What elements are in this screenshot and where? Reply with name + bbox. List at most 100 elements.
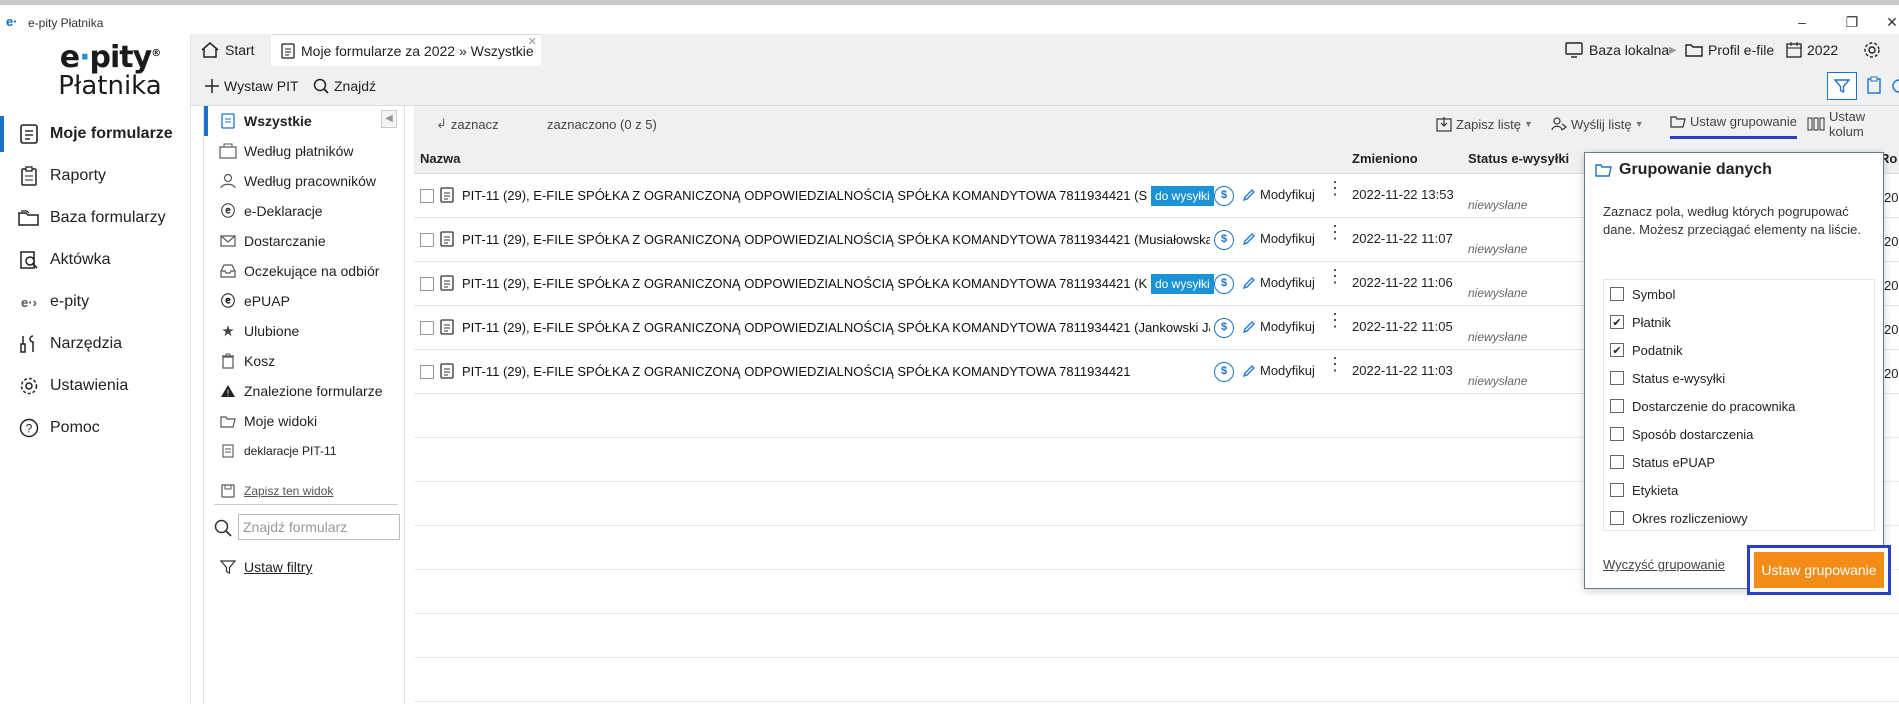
epuap-icon: ⓔ — [221, 293, 235, 309]
checkbox-checked[interactable]: ✔ — [1610, 343, 1624, 357]
row-checkbox[interactable] — [420, 233, 434, 247]
dropdown-arrow-icon: ▼ — [1634, 119, 1644, 129]
column-header-changed[interactable]: Zmieniono — [1352, 142, 1418, 174]
set-filters-link[interactable]: Ustaw filtry — [204, 552, 404, 582]
close-window-button[interactable]: ✕ — [1872, 11, 1899, 33]
tab-start[interactable]: Start — [201, 34, 255, 66]
column-header-status[interactable]: Status e-wysyłki — [1468, 142, 1569, 174]
clipboard-toggle-icon[interactable] — [1867, 76, 1881, 97]
view-item-wedlug-platnikow[interactable]: Według płatników — [204, 136, 404, 166]
restore-button[interactable]: ❐ — [1832, 11, 1872, 33]
columns-icon — [1807, 117, 1825, 131]
set-columns-button[interactable]: Ustaw kolum — [1807, 106, 1899, 142]
clear-grouping-link[interactable]: Wyczyść grupowanie — [1603, 557, 1725, 572]
save-list-button[interactable]: Zapisz listę ▼ — [1436, 106, 1533, 142]
payment-icon[interactable]: $ — [1214, 318, 1234, 338]
row-checkbox[interactable] — [420, 365, 434, 379]
modify-label: Modyfikuj — [1260, 363, 1315, 378]
set-grouping-button[interactable]: Ustaw grupowanie — [1670, 106, 1797, 139]
row-checkbox[interactable] — [420, 189, 434, 203]
tab-moje-formularze[interactable]: Moje formularze za 2022 » Wszystkie ✕ — [271, 34, 541, 66]
modify-button[interactable]: Modyfikuj — [1242, 231, 1315, 246]
checkbox[interactable] — [1610, 399, 1624, 413]
checkbox[interactable] — [1610, 287, 1624, 301]
grouping-field-sposob-dostarczenia[interactable]: Sposób dostarczenia — [1604, 420, 1874, 448]
view-item-wszystkie[interactable]: Wszystkie — [204, 106, 404, 136]
view-item-wedlug-pracownikow[interactable]: Według pracowników — [204, 166, 404, 196]
period-value: 20 — [1884, 322, 1899, 337]
nav-item-narzedzia[interactable]: Narzędzia — [0, 326, 190, 362]
nav-item-pomoc[interactable]: ? Pomoc — [0, 410, 190, 446]
payment-icon[interactable]: $ — [1214, 230, 1234, 250]
more-options-icon[interactable]: ⋮ — [1326, 311, 1344, 329]
save-view-link[interactable]: Zapisz ten widok — [204, 476, 404, 506]
view-item-kosz[interactable]: Kosz — [204, 346, 404, 376]
view-item-znalezione[interactable]: ! Znalezione formularze — [204, 376, 404, 406]
more-options-icon[interactable]: ⋮ — [1326, 267, 1344, 285]
apply-grouping-button[interactable]: Ustaw grupowanie — [1754, 552, 1884, 588]
payment-icon[interactable]: $ — [1214, 362, 1234, 382]
field-label: Dostarczenie do pracownika — [1632, 398, 1796, 414]
nav-item-aktowka[interactable]: Aktówka — [0, 242, 190, 278]
grouping-field-dostarczenie[interactable]: Dostarczenie do pracownika — [1604, 392, 1874, 420]
checkbox[interactable] — [1610, 455, 1624, 469]
more-options-icon[interactable]: ⋮ — [1326, 223, 1344, 241]
grouping-fields-list: Symbol ✔ Płatnik ✔ Podatnik Status e-wysył… — [1603, 279, 1875, 531]
grouping-field-etykieta[interactable]: Etykieta — [1604, 476, 1874, 504]
filter-toggle-button[interactable] — [1827, 72, 1857, 100]
find-button[interactable]: Znajdź — [313, 66, 376, 106]
nav-item-e-pity[interactable]: e·› e-pity — [0, 284, 190, 320]
selected-count: zaznaczono (0 z 5) — [547, 116, 657, 132]
view-label: Wszystkie — [244, 113, 312, 129]
column-header-name[interactable]: Nazwa — [420, 142, 460, 174]
search-toggle-icon[interactable] — [1891, 78, 1899, 97]
payment-icon[interactable]: $ — [1214, 274, 1234, 294]
row-checkbox[interactable] — [420, 277, 434, 291]
profile-button[interactable]: Profil e-file — [1685, 34, 1774, 66]
close-tab-icon[interactable]: ✕ — [528, 35, 537, 48]
search-icon — [214, 519, 232, 540]
local-db-button[interactable]: Baza lokalna — [1565, 34, 1669, 66]
payment-icon[interactable]: $ — [1214, 186, 1234, 206]
grouping-field-status-epuap[interactable]: Status ePUAP — [1604, 448, 1874, 476]
brand-logo: e·pity® Płatnika — [50, 40, 170, 101]
modify-button[interactable]: Modyfikuj — [1242, 319, 1315, 334]
view-item-e-deklaracje[interactable]: ⓔ e-Deklaracje — [204, 196, 404, 226]
view-item-moje-widoki[interactable]: Moje widoki — [204, 406, 404, 436]
nav-item-raporty[interactable]: Raporty — [0, 158, 190, 194]
view-item-dostarczanie[interactable]: Dostarczanie — [204, 226, 404, 256]
modify-button[interactable]: Modyfikuj — [1242, 187, 1315, 202]
grouping-field-okres[interactable]: Okres rozliczeniowy — [1604, 504, 1874, 532]
send-list-button[interactable]: Wyślij listę ▼ — [1551, 106, 1643, 142]
checkbox[interactable] — [1610, 511, 1624, 525]
nav-item-moje-formularze[interactable]: Moje formularze — [0, 116, 190, 152]
view-item-oczekujace[interactable]: Oczekujące na odbiór — [204, 256, 404, 286]
checkbox[interactable] — [1610, 371, 1624, 385]
nav-item-ustawienia[interactable]: Ustawienia — [0, 368, 190, 404]
modify-button[interactable]: Modyfikuj — [1242, 363, 1315, 378]
checkbox[interactable] — [1610, 483, 1624, 497]
view-item-ulubione[interactable]: ★ Ulubione — [204, 316, 404, 346]
checkbox[interactable] — [1610, 427, 1624, 441]
checkbox-checked[interactable]: ✔ — [1610, 315, 1624, 329]
apply-grouping-button-highlight: Ustaw grupowanie — [1747, 545, 1891, 595]
grouping-field-symbol[interactable]: Symbol — [1604, 280, 1874, 308]
folder-icon — [218, 415, 238, 428]
more-options-icon[interactable]: ⋮ — [1326, 355, 1344, 373]
grouping-field-status-e-wysylki[interactable]: Status e-wysyłki — [1604, 364, 1874, 392]
more-options-icon[interactable]: ⋮ — [1326, 179, 1344, 197]
row-checkbox[interactable] — [420, 321, 434, 335]
minimize-button[interactable]: – — [1782, 11, 1822, 33]
issue-pit-button[interactable]: Wystaw PIT — [205, 66, 299, 106]
grouping-field-podatnik[interactable]: ✔ Podatnik — [1604, 336, 1874, 364]
folder-open-icon — [1595, 163, 1613, 177]
nav-item-baza-formularzy[interactable]: Baza formularzy — [0, 200, 190, 236]
grouping-field-platnik[interactable]: ✔ Płatnik — [1604, 308, 1874, 336]
modify-button[interactable]: Modyfikuj — [1242, 275, 1315, 290]
view-item-epuap[interactable]: ⓔ ePUAP — [204, 286, 404, 316]
view-item-deklaracje-pit11[interactable]: deklaracje PIT-11 — [204, 436, 404, 466]
year-button[interactable]: 2022 — [1786, 34, 1838, 66]
search-form-input[interactable]: Znajdź formularz — [238, 514, 400, 540]
select-button[interactable]: ↲ zaznacz — [436, 106, 499, 142]
settings-gear-icon[interactable] — [1863, 34, 1881, 66]
